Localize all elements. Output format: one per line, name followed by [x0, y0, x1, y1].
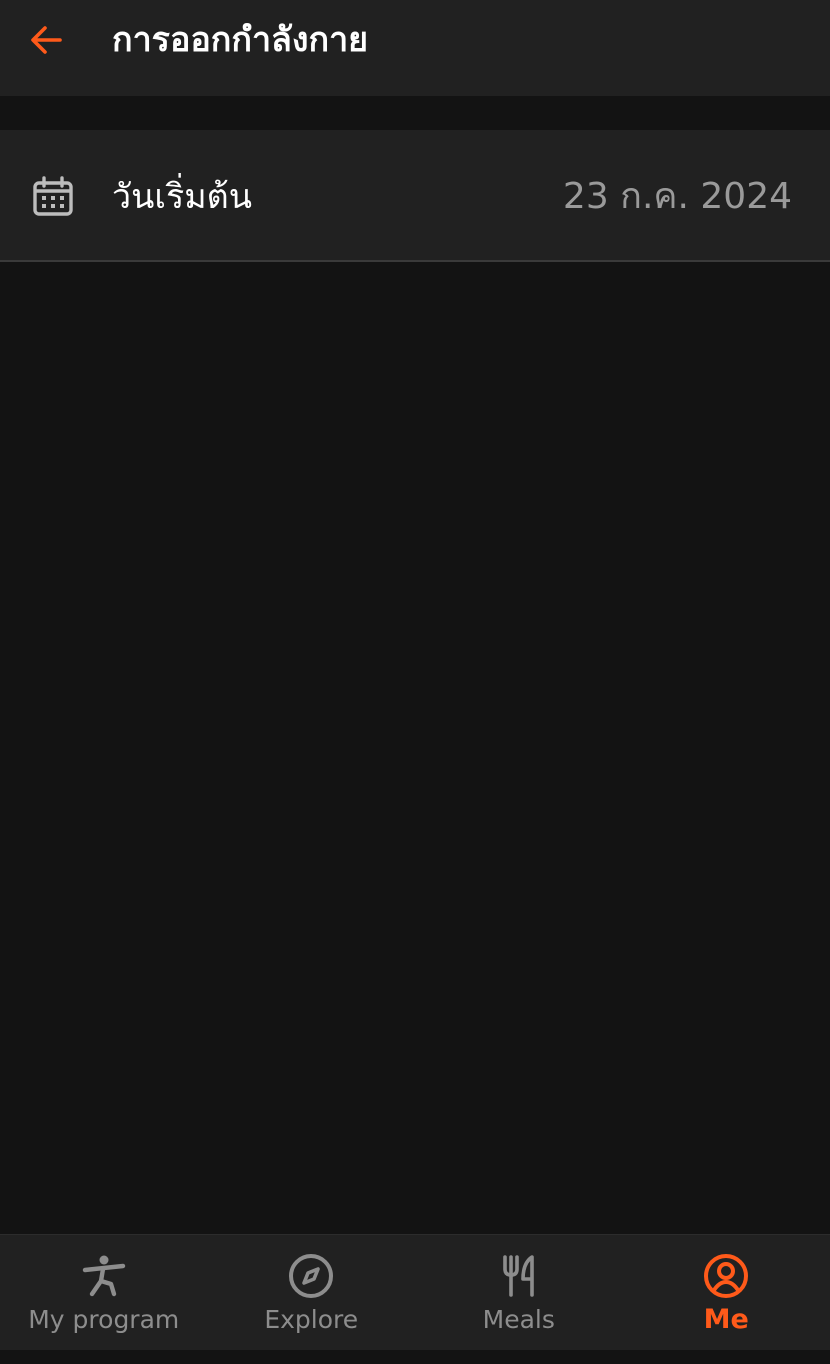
start-date-row[interactable]: วันเริ่มต้น 23 ก.ค. 2024 — [0, 130, 830, 262]
start-date-value: 23 ก.ค. 2024 — [562, 176, 792, 217]
back-button[interactable] — [18, 16, 74, 64]
nav-item-meals[interactable]: Meals — [415, 1235, 623, 1351]
nav-label-meals: Meals — [482, 1305, 555, 1334]
nav-item-explore[interactable]: Explore — [208, 1235, 416, 1351]
start-date-label: วันเริ่มต้น — [112, 177, 252, 217]
system-nav-strip — [0, 1350, 830, 1364]
exercise-person-icon — [82, 1255, 125, 1297]
nav-item-my-program[interactable]: My program — [0, 1235, 208, 1351]
nav-label-my-program: My program — [28, 1305, 180, 1334]
app-header: การออกกำลังกาย — [0, 0, 830, 96]
page-title: การออกกำลังกาย — [112, 20, 369, 60]
nav-label-explore: Explore — [264, 1305, 359, 1334]
arrow-left-icon — [31, 26, 62, 54]
screen: การออกกำลังกาย วันเริ่มต้น 23 ก.ค. 2024 — [0, 0, 830, 1364]
compass-icon — [289, 1254, 334, 1298]
bottom-navigation: My program Explore Meals Me — [0, 1234, 830, 1351]
nav-label-me: Me — [703, 1304, 749, 1335]
profile-icon — [704, 1254, 749, 1298]
nav-item-me[interactable]: Me — [623, 1235, 830, 1351]
calendar-icon — [33, 176, 73, 216]
fork-knife-icon — [502, 1255, 534, 1297]
